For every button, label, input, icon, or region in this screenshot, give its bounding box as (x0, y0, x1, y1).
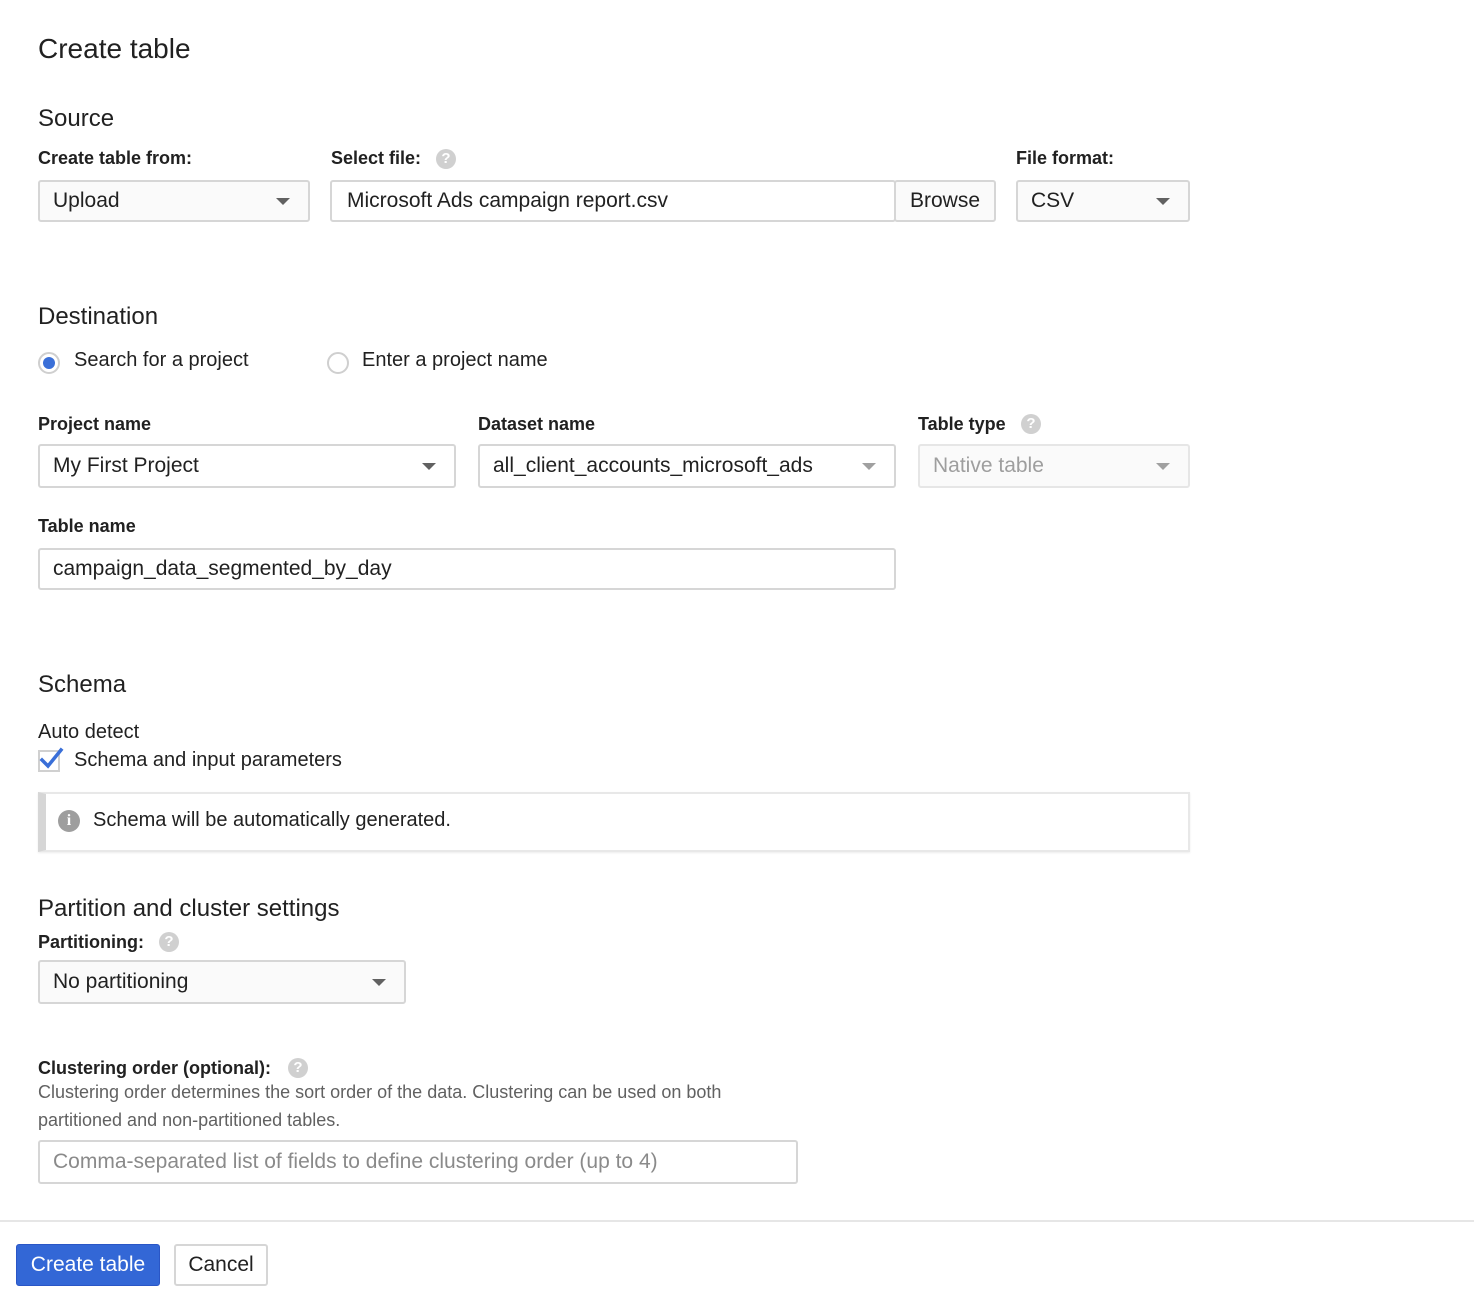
schema-checkbox-label[interactable]: Schema and input parameters (74, 749, 342, 772)
schema-heading: Schema (38, 671, 127, 698)
schema-info-text: Schema will be automatically generated. (93, 809, 451, 831)
clustering-label: Clustering order (optional): (38, 1058, 271, 1078)
browse-button[interactable]: Browse (894, 180, 996, 222)
table-type-label: Table type (918, 414, 1006, 434)
checkmark-icon (39, 747, 64, 769)
help-icon[interactable]: ? (436, 149, 456, 169)
select-file-input[interactable]: Microsoft Ads campaign report.csv (330, 180, 896, 222)
source-heading: Source (38, 105, 115, 132)
create-table-button[interactable]: Create table (16, 1244, 160, 1286)
page-title: Create table (38, 33, 191, 64)
destination-heading: Destination (38, 303, 159, 330)
radio-search-label[interactable]: Search for a project (74, 349, 249, 372)
auto-detect-label: Auto detect (38, 721, 140, 743)
create-from-value: Upload (53, 189, 120, 212)
schema-info-banner: i Schema will be automatically generated… (38, 792, 1190, 852)
project-name-select[interactable]: My First Project (38, 444, 456, 488)
help-icon[interactable]: ? (288, 1058, 308, 1078)
info-icon: i (58, 810, 80, 832)
file-format-label: File format: (1016, 148, 1115, 168)
table-type-value: Native table (933, 454, 1044, 477)
chevron-down-icon (862, 463, 876, 470)
partitioning-value: No partitioning (53, 970, 189, 993)
select-file-value: Microsoft Ads campaign report.csv (347, 189, 668, 212)
help-icon[interactable]: ? (159, 932, 179, 952)
footer-divider (0, 1220, 1474, 1222)
dataset-name-label: Dataset name (478, 414, 596, 434)
chevron-down-icon (276, 198, 290, 205)
schema-checkbox[interactable] (38, 747, 64, 772)
radio-search-project[interactable] (38, 352, 60, 374)
partitioning-select[interactable]: No partitioning (38, 960, 406, 1004)
dataset-name-select[interactable]: all_client_accounts_microsoft_ads (478, 444, 896, 488)
clustering-placeholder: Comma-separated list of fields to define… (53, 1150, 658, 1173)
file-format-select[interactable]: CSV (1016, 180, 1190, 222)
partitioning-label: Partitioning: (38, 932, 144, 952)
radio-enter-label[interactable]: Enter a project name (362, 349, 548, 372)
clustering-description-2: partitioned and non-partitioned tables. (38, 1110, 341, 1130)
radio-enter-project[interactable] (327, 352, 349, 374)
table-type-select: Native table (918, 444, 1190, 488)
file-format-value: CSV (1031, 189, 1075, 212)
clustering-input[interactable]: Comma-separated list of fields to define… (38, 1140, 798, 1184)
project-name-value: My First Project (53, 454, 199, 477)
partition-heading: Partition and cluster settings (38, 895, 340, 922)
table-name-input[interactable]: campaign_data_segmented_by_day (38, 548, 896, 590)
chevron-down-icon (422, 463, 436, 470)
create-from-label: Create table from: (38, 148, 193, 168)
dataset-name-value: all_client_accounts_microsoft_ads (493, 454, 813, 477)
project-name-label: Project name (38, 414, 152, 434)
create-from-select[interactable]: Upload (38, 180, 310, 222)
chevron-down-icon (372, 979, 386, 986)
clustering-description-1: Clustering order determines the sort ord… (38, 1082, 722, 1102)
chevron-down-icon (1156, 463, 1170, 470)
help-icon[interactable]: ? (1021, 414, 1041, 434)
select-file-label: Select file: (331, 148, 422, 168)
cancel-button[interactable]: Cancel (174, 1244, 268, 1286)
chevron-down-icon (1156, 198, 1170, 205)
table-name-label: Table name (38, 516, 136, 536)
table-name-value: campaign_data_segmented_by_day (53, 557, 392, 580)
